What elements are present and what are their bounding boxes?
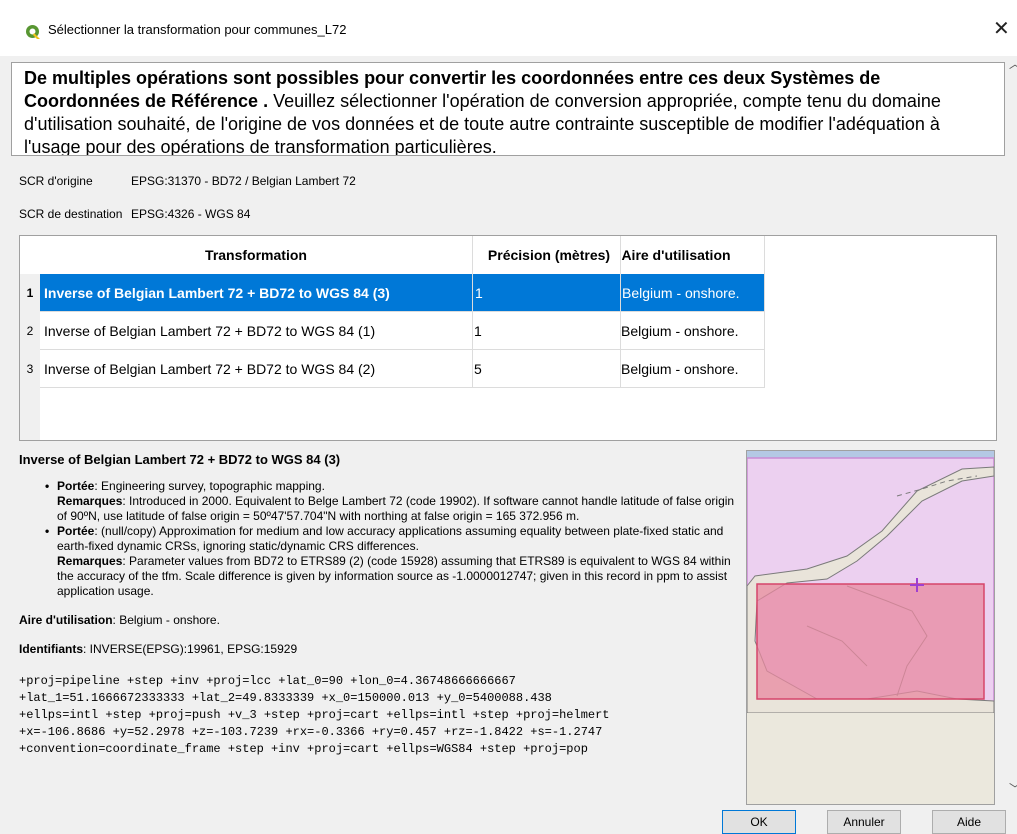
column-header-area[interactable]: Aire d'utilisation bbox=[606, 236, 746, 274]
area-cell[interactable]: Belgium - onshore. bbox=[621, 350, 764, 388]
proj-pipeline: +proj=pipeline +step +inv +proj=lcc +lat… bbox=[19, 673, 741, 758]
area-value: : Belgium - onshore. bbox=[112, 613, 220, 627]
details-title: Inverse of Belgian Lambert 72 + BD72 to … bbox=[19, 452, 341, 467]
remarks-label: Remarques bbox=[57, 494, 123, 508]
table-row[interactable]: Inverse of Belgian Lambert 72 + BD72 to … bbox=[40, 350, 764, 388]
source-crs-label: SCR d'origine bbox=[19, 174, 93, 188]
window-title: Sélectionner la transformation pour comm… bbox=[48, 22, 347, 37]
help-button[interactable]: Aide bbox=[932, 810, 1006, 834]
map-canvas bbox=[747, 451, 994, 804]
remarks-label: Remarques bbox=[57, 554, 123, 568]
chevron-up-icon[interactable]: ︿ bbox=[1009, 55, 1017, 72]
source-crs-value: EPSG:31370 - BD72 / Belgian Lambert 72 bbox=[131, 174, 356, 188]
destination-crs-label: SCR de destination bbox=[19, 207, 123, 221]
proj-line: +x=-106.8686 +y=52.2978 +z=-103.7239 +rx… bbox=[19, 725, 603, 739]
proj-line: +convention=coordinate_frame +step +inv … bbox=[19, 742, 588, 756]
precision-cell[interactable]: 1 bbox=[474, 312, 494, 350]
cancel-button[interactable]: Annuler bbox=[827, 810, 901, 834]
transformation-table: Transformation Précision (mètres) Aire d… bbox=[19, 235, 997, 441]
column-header-transformation[interactable]: Transformation bbox=[40, 236, 472, 274]
column-divider bbox=[620, 236, 621, 388]
proj-line: +lat_1=51.1666672333333 +lat_2=49.833333… bbox=[19, 691, 552, 705]
proj-line: +ellps=intl +step +proj=push +v_3 +step … bbox=[19, 708, 610, 722]
scope-text: : (null/copy) Approximation for medium a… bbox=[57, 524, 724, 553]
identifiers: Identifiants: INVERSE(EPSG):19961, EPSG:… bbox=[19, 642, 741, 657]
details-panel: Inverse of Belgian Lambert 72 + BD72 to … bbox=[19, 452, 741, 758]
transformation-cell[interactable]: Inverse of Belgian Lambert 72 + BD72 to … bbox=[44, 312, 454, 350]
remarks-text: : Introduced in 2000. Equivalent to Belg… bbox=[57, 494, 735, 523]
column-divider bbox=[472, 236, 473, 388]
area-cell[interactable]: Belgium - onshore. bbox=[621, 312, 764, 350]
area-of-use: Aire d'utilisation: Belgium - onshore. bbox=[19, 613, 741, 628]
table-row[interactable]: Inverse of Belgian Lambert 72 + BD72 to … bbox=[40, 312, 764, 350]
transformation-cell[interactable]: Inverse of Belgian Lambert 72 + BD72 to … bbox=[44, 350, 454, 388]
scope-text: : Engineering survey, topographic mappin… bbox=[94, 479, 325, 493]
identifiers-value: : INVERSE(EPSG):19961, EPSG:15929 bbox=[83, 642, 298, 656]
scope-label: Portée bbox=[57, 479, 95, 493]
details-list: Portée: Engineering survey, topographic … bbox=[19, 479, 741, 599]
list-item: Portée: (null/copy) Approximation for me… bbox=[19, 524, 741, 599]
row-number[interactable]: 3 bbox=[20, 350, 40, 388]
list-item: Portée: Engineering survey, topographic … bbox=[19, 479, 741, 524]
qgis-logo-icon bbox=[26, 25, 40, 39]
area-of-use-map bbox=[746, 450, 995, 805]
title-bar: Sélectionner la transformation pour comm… bbox=[0, 0, 1017, 56]
row-number[interactable]: 2 bbox=[20, 312, 40, 350]
table-row[interactable]: Inverse of Belgian Lambert 72 + BD72 to … bbox=[40, 274, 764, 312]
chevron-down-icon[interactable]: ﹀ bbox=[1009, 780, 1017, 797]
notice-box: De multiples opérations sont possibles p… bbox=[11, 62, 1005, 156]
precision-cell[interactable]: 1 bbox=[472, 274, 483, 312]
remarks-text: : Parameter values from BD72 to ETRS89 (… bbox=[57, 554, 731, 598]
area-label: Aire d'utilisation bbox=[19, 613, 113, 627]
proj-line: +proj=pipeline +step +inv +proj=lcc +lat… bbox=[19, 674, 516, 688]
precision-cell[interactable]: 5 bbox=[474, 350, 494, 388]
column-divider bbox=[764, 236, 765, 388]
transformation-cell[interactable]: Inverse of Belgian Lambert 72 + BD72 to … bbox=[44, 274, 474, 312]
identifiers-label: Identifiants bbox=[19, 642, 84, 656]
scope-label: Portée bbox=[57, 524, 95, 538]
destination-crs-value: EPSG:4326 - WGS 84 bbox=[131, 207, 251, 221]
column-header-precision[interactable]: Précision (mètres) bbox=[474, 236, 624, 274]
close-icon[interactable]: ✕ bbox=[993, 18, 1010, 38]
ok-button[interactable]: OK bbox=[722, 810, 796, 834]
area-cell[interactable]: Belgium - onshore. bbox=[620, 274, 765, 312]
row-number[interactable]: 1 bbox=[20, 274, 40, 312]
